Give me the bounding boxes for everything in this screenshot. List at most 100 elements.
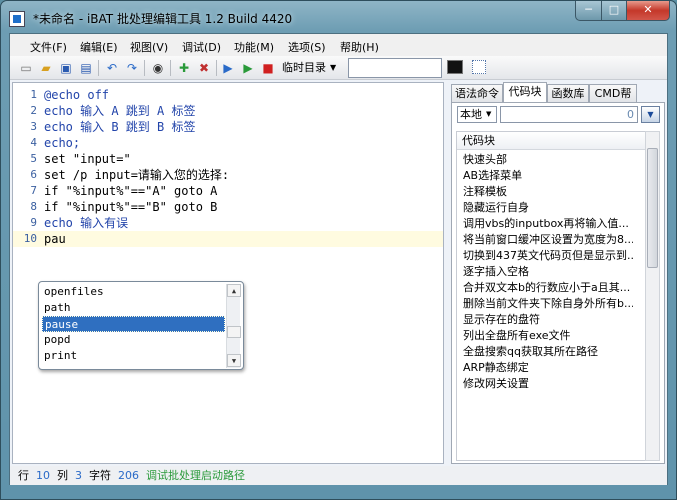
line-number: 6 — [30, 168, 37, 181]
scroll-up-icon[interactable]: ▲ — [227, 284, 241, 297]
stop-icon[interactable]: ■ — [260, 60, 276, 76]
path-input[interactable] — [348, 58, 442, 78]
remove-code-icon[interactable]: ✖ — [196, 60, 212, 76]
status-bar: 行 10 列 3 字符 206 调试批处理启动路径 — [10, 466, 667, 485]
list-item[interactable]: ARP静态绑定 — [463, 360, 633, 376]
application-window: *未命名 - iBAT 批处理编辑工具 1.2 Build 4420 ─ □ ✕… — [0, 0, 677, 500]
menu-edit[interactable]: 编辑(E) — [80, 39, 118, 55]
autocomplete-item[interactable]: popd — [42, 332, 225, 348]
separator — [144, 60, 145, 76]
right-panel: 语法命令 代码块 函数库 CMD帮助 本地 ▼ 0 ▼ 代码块 快速头部 AB选… — [451, 82, 665, 464]
save-all-icon[interactable]: ▤ — [78, 60, 94, 76]
list-scrollbar[interactable] — [645, 131, 660, 461]
close-button[interactable]: ✕ — [626, 1, 670, 21]
list-item[interactable]: 切换到437英文代码页但是显示到... — [463, 248, 633, 264]
maximize-button[interactable]: □ — [601, 1, 627, 21]
redo-icon[interactable]: ↷ — [124, 60, 140, 76]
menu-function[interactable]: 功能(M) — [234, 39, 274, 55]
code-text: set "input=" — [44, 152, 131, 166]
code-line: 7 if "%input%"=="A" goto A — [13, 183, 443, 199]
save-icon[interactable]: ▣ — [58, 60, 74, 76]
undo-icon[interactable]: ↶ — [104, 60, 120, 76]
list-item[interactable]: 列出全盘所有exe文件 — [463, 328, 633, 344]
list-item[interactable]: 调用vbs的inputbox再将输入值... — [463, 216, 633, 232]
tab-syntax[interactable]: 语法命令 — [451, 84, 503, 102]
menu-options[interactable]: 选项(S) — [288, 39, 326, 55]
list-item[interactable]: 显示存在的盘符 — [463, 312, 633, 328]
menu-help[interactable]: 帮助(H) — [340, 39, 379, 55]
chars-label: 字符 — [89, 469, 111, 482]
console-icon[interactable] — [447, 60, 463, 74]
line-value: 10 — [36, 469, 50, 482]
toolbar: ▭ ▰ ▣ ▤ ↶ ↷ ◉ ✚ ✖ ▶ ▶ ■ 临时目录 ▼ — [10, 56, 667, 80]
current-code-line: 10 pau — [13, 231, 443, 247]
code-text: echo 输入有误 — [44, 216, 129, 230]
chevron-down-icon[interactable]: ▼ — [486, 107, 491, 122]
window-title: *未命名 - iBAT 批处理编辑工具 1.2 Build 4420 — [33, 12, 293, 26]
code-text: echo; — [44, 136, 81, 150]
list-item[interactable]: 将当前窗口缓冲区设置为宽度为8... — [463, 232, 633, 248]
dropdown-button[interactable]: ▼ — [641, 106, 660, 123]
tab-cmd-help[interactable]: CMD帮助 — [589, 84, 637, 117]
code-text: echo 输入 B 跳到 B 标签 — [44, 120, 196, 134]
code-line: 2 echo 输入 A 跳到 A 标签 — [13, 103, 443, 119]
chevron-down-icon[interactable]: ▼ — [330, 59, 336, 77]
grid-icon[interactable] — [472, 60, 486, 74]
list-item[interactable]: AB选择菜单 — [463, 168, 633, 184]
scroll-down-icon[interactable]: ▼ — [227, 354, 241, 367]
autocomplete-item[interactable]: print — [42, 348, 225, 364]
debug-run-icon[interactable]: ▶ — [240, 60, 256, 76]
minimize-button[interactable]: ─ — [575, 1, 602, 21]
autocomplete-item[interactable]: path — [42, 300, 225, 316]
code-block-list: 代码块 快速头部 AB选择菜单 注释模板 隐藏运行自身 调用vbs的inputb… — [456, 131, 646, 461]
add-code-icon[interactable]: ✚ — [176, 60, 192, 76]
title-bar: *未命名 - iBAT 批处理编辑工具 1.2 Build 4420 ─ □ ✕ — [1, 1, 676, 33]
line-number: 7 — [30, 184, 37, 197]
list-item[interactable]: 快速头部 — [463, 152, 633, 168]
separator — [216, 60, 217, 76]
line-number: 10 — [23, 232, 37, 245]
list-item[interactable]: 合并双文本b的行数应小于a且其... — [463, 280, 633, 296]
code-line: 3 echo 输入 B 跳到 B 标签 — [13, 119, 443, 135]
separator — [170, 60, 171, 76]
code-text: echo 输入 A 跳到 A 标签 — [44, 104, 196, 118]
code-line: 6 set /p input=请输入您的选择: — [13, 167, 443, 183]
line-number: 5 — [30, 152, 37, 165]
code-text: pau — [44, 232, 66, 246]
column-label: 列 — [57, 469, 68, 482]
autocomplete-popup: openfiles path pause popd print ▲ ▼ — [38, 281, 244, 370]
list-item[interactable]: 修改网关设置 — [463, 376, 633, 392]
scroll-thumb[interactable] — [647, 148, 658, 268]
run-icon[interactable]: ▶ — [220, 60, 236, 76]
line-number: 9 — [30, 216, 37, 229]
code-editor[interactable]: 1 @echo off 2 echo 输入 A 跳到 A 标签 3 echo 输入 B… — [12, 82, 444, 464]
menu-debug[interactable]: 调试(D) — [182, 39, 221, 55]
scroll-thumb[interactable] — [227, 326, 241, 338]
new-file-icon[interactable]: ▭ — [18, 60, 34, 76]
menu-file[interactable]: 文件(F) — [30, 39, 67, 55]
code-line: 4 echo; — [13, 135, 443, 151]
code-line: 8 if "%input%"=="B" goto B — [13, 199, 443, 215]
code-text: if "%input%"=="B" goto B — [44, 200, 218, 214]
list-item[interactable]: 逐字插入空格 — [463, 264, 633, 280]
list-item[interactable]: 删除当前文件夹下除自身外所有b... — [463, 296, 633, 312]
list-item[interactable]: 注释模板 — [463, 184, 633, 200]
open-folder-icon[interactable]: ▰ — [38, 60, 54, 76]
tab-function-library[interactable]: 函数库 — [547, 84, 589, 102]
app-icon — [9, 11, 25, 27]
line-label: 行 — [18, 469, 29, 482]
code-text: set /p input=请输入您的选择: — [44, 168, 230, 182]
autocomplete-scrollbar[interactable]: ▲ ▼ — [226, 284, 241, 368]
list-header: 代码块 — [457, 132, 645, 150]
line-number: 3 — [30, 120, 37, 133]
code-line: 5 set "input=" — [13, 151, 443, 167]
autocomplete-item-selected[interactable]: pause — [42, 316, 225, 332]
menu-view[interactable]: 视图(V) — [130, 39, 168, 55]
find-binoculars-icon[interactable]: ◉ — [150, 60, 166, 76]
list-item[interactable]: 隐藏运行自身 — [463, 200, 633, 216]
list-item[interactable]: 全盘搜索qq获取其所在路径 — [463, 344, 633, 360]
search-field[interactable]: 0 — [500, 106, 638, 123]
autocomplete-item[interactable]: openfiles — [42, 284, 225, 300]
menu-bar: 文件(F) 编辑(E) 视图(V) 调试(D) 功能(M) 选项(S) 帮助(H… — [10, 34, 667, 56]
tab-code-blocks[interactable]: 代码块 — [503, 82, 547, 103]
